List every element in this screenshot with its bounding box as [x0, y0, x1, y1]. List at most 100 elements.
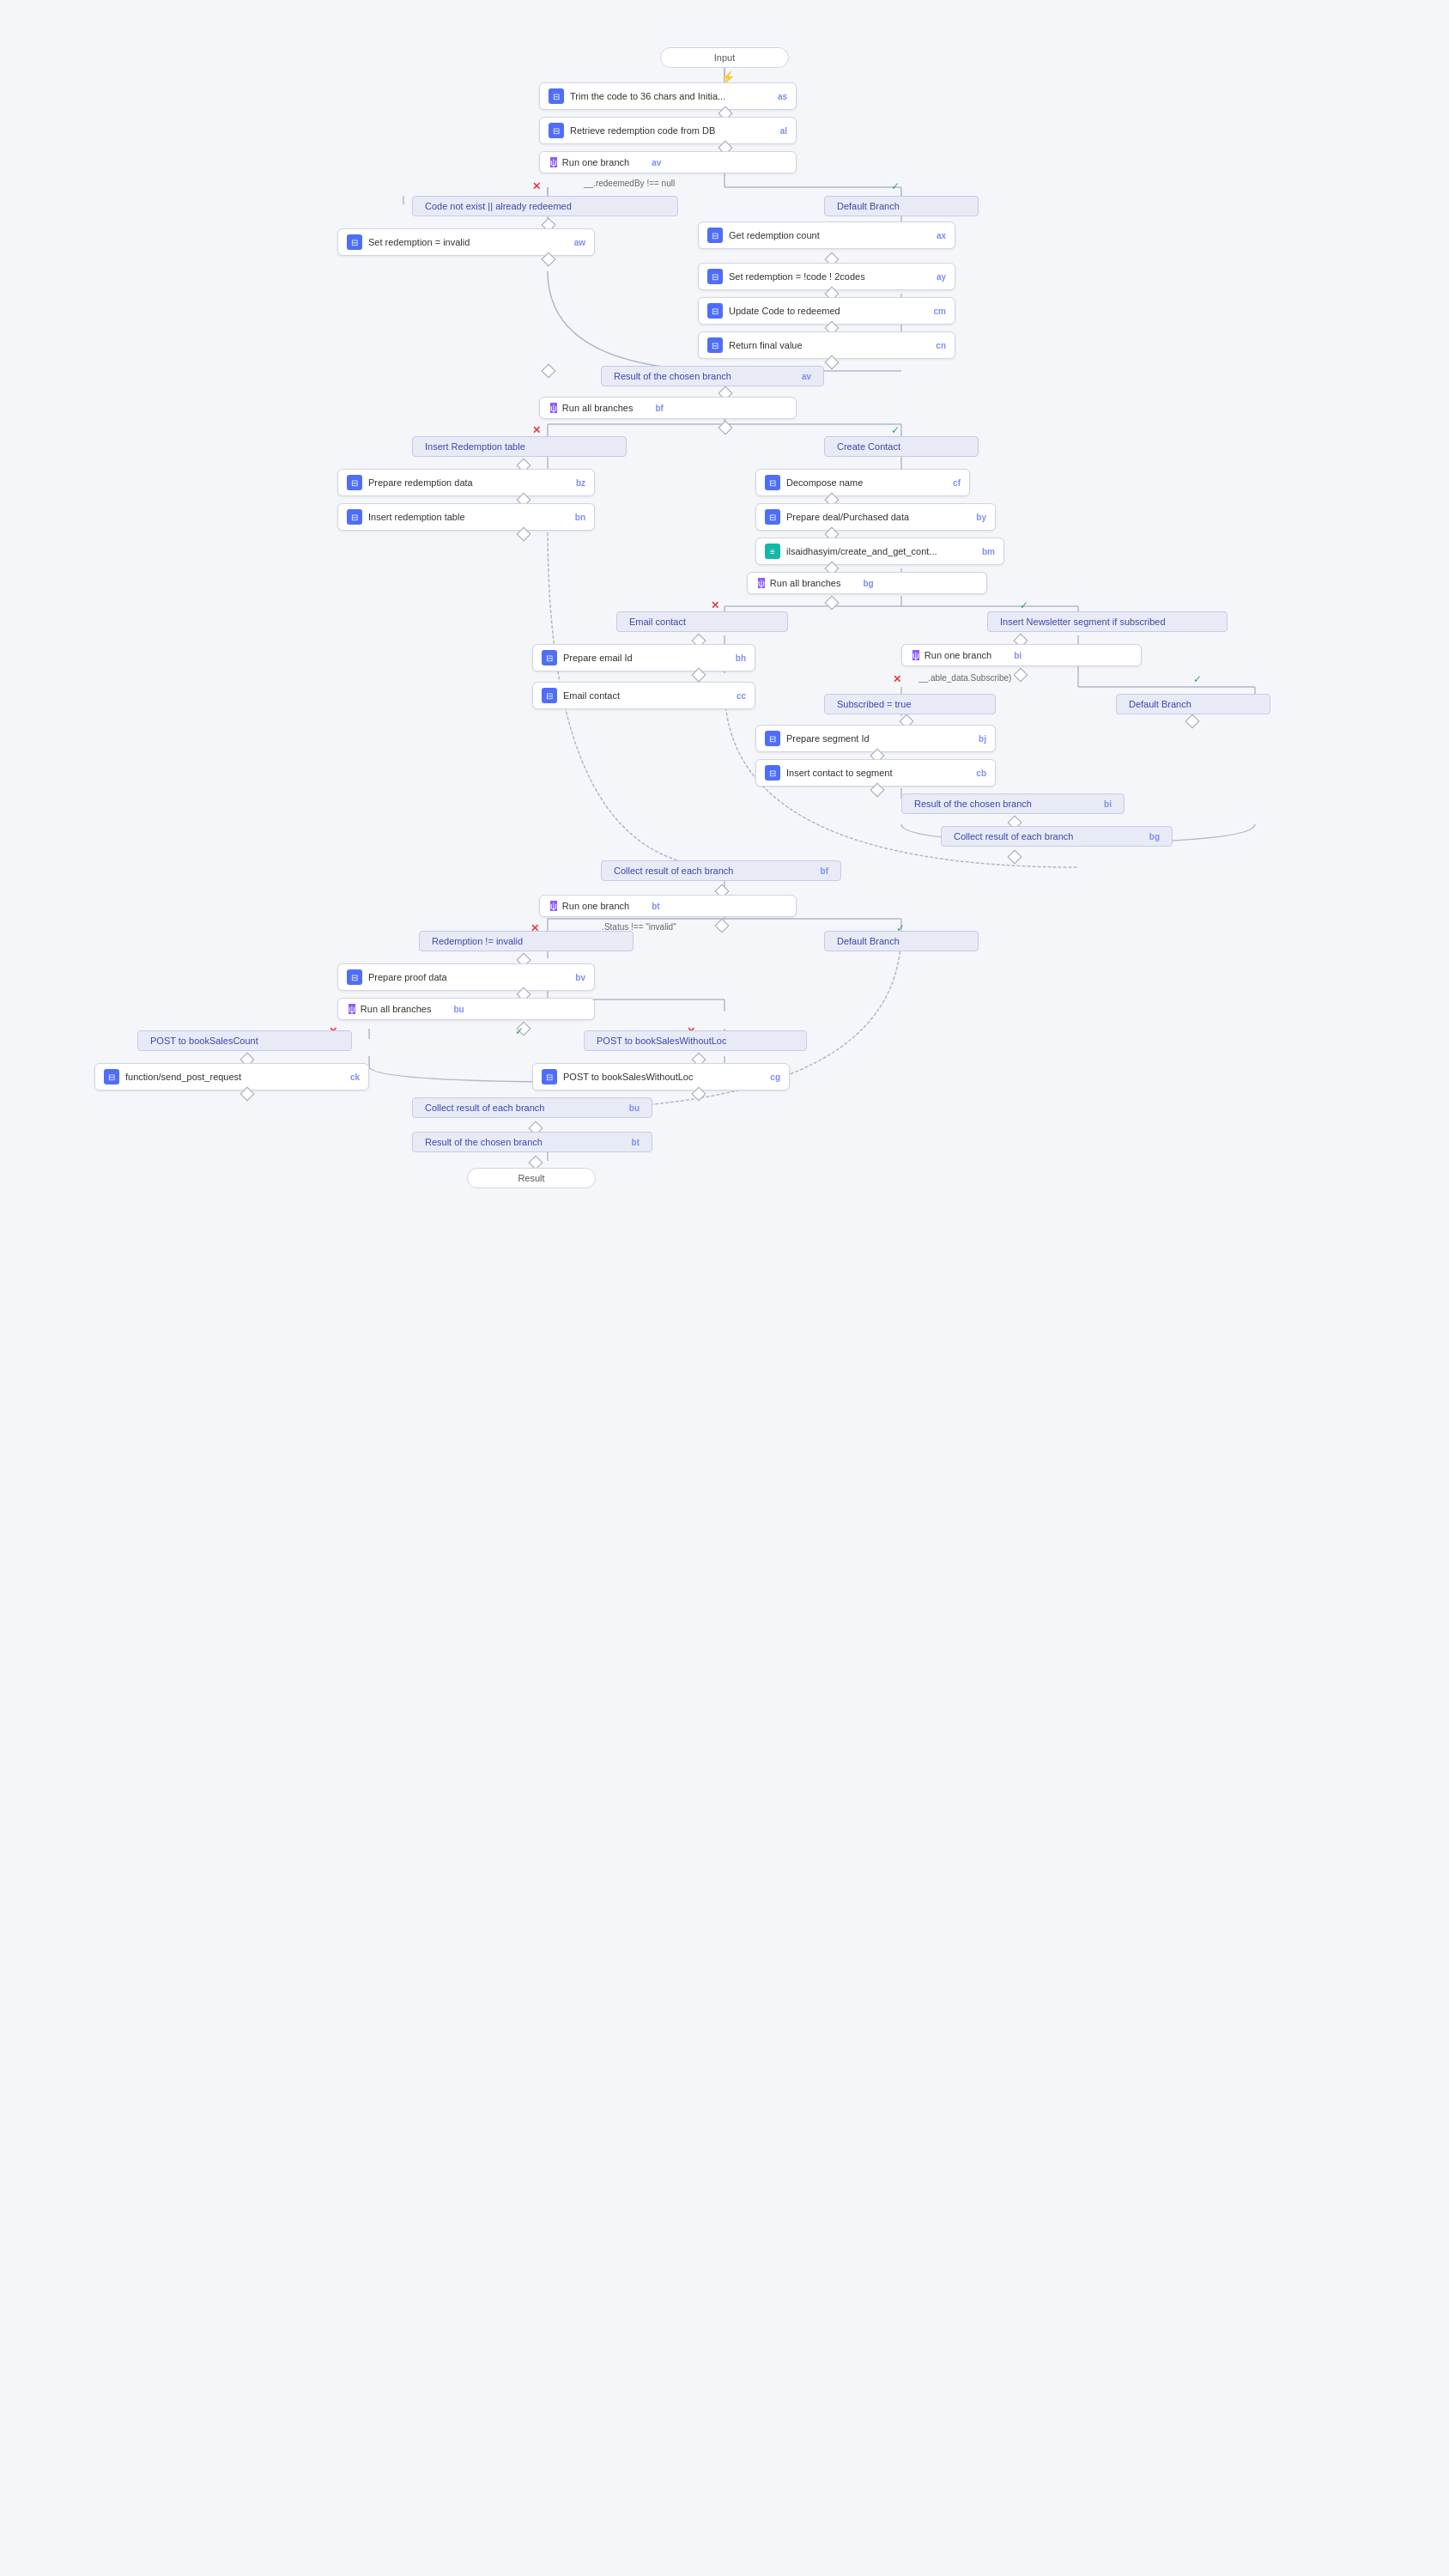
- get-redemption-icon: ⊟: [707, 228, 723, 243]
- trim-icon: ⊟: [549, 88, 564, 104]
- workflow-canvas: Input ⚡ ⊟ Trim the code to 36 chars and …: [0, 0, 1449, 2576]
- input-label: Input: [714, 52, 735, 63]
- email-contact-2-node[interactable]: ⊟ Email contact cc: [532, 682, 755, 709]
- run-one-branch-2-node[interactable]: ψ Run one branch bi: [901, 644, 1142, 666]
- prepare-redemption-node[interactable]: ⊟ Prepare redemption data bz: [337, 469, 595, 496]
- result-chosen-3-label: Result of the chosen branch: [425, 1137, 543, 1147]
- diamond-30: [715, 919, 730, 933]
- decompose-icon: ⊟: [765, 475, 780, 490]
- prepare-proof-node[interactable]: ⊟ Prepare proof data bv: [337, 963, 595, 991]
- function-send-post-node[interactable]: ⊟ function/send_post_request ck: [94, 1063, 369, 1091]
- check-mark-3: ✓: [1020, 599, 1028, 611]
- decompose-badge: cf: [943, 478, 961, 488]
- collect-result-2-badge: bf: [821, 866, 828, 876]
- default-branch-2-node[interactable]: Default Branch: [1116, 694, 1270, 714]
- run-all-1-icon: ψ: [550, 403, 557, 413]
- run-all-3-icon: ψ: [349, 1004, 355, 1014]
- diamond-9: [542, 364, 556, 379]
- default-branch-1-node[interactable]: Default Branch: [824, 196, 979, 216]
- redemption-invalid-node[interactable]: Redemption != invalid: [419, 931, 634, 951]
- return-final-node[interactable]: ⊟ Return final value cn: [698, 331, 955, 359]
- diamond-28: [1008, 850, 1022, 865]
- insert-newsletter-label: Insert Newsletter segment if subscribed: [1000, 617, 1166, 627]
- email-contact-2-icon: ⊟: [542, 688, 557, 703]
- function-send-badge: ck: [340, 1072, 360, 1082]
- prepare-email-id-node[interactable]: ⊟ Prepare email Id bh: [532, 644, 755, 671]
- result-chosen-3-badge: bt: [632, 1138, 640, 1147]
- decompose-name-node[interactable]: ⊟ Decompose name cf: [755, 469, 970, 496]
- post-book-sales-without-loc-header-node[interactable]: POST to bookSalesWithoutLoc: [584, 1030, 807, 1051]
- prepare-deal-icon: ⊟: [765, 509, 780, 525]
- prepare-deal-badge: by: [966, 513, 986, 522]
- prepare-deal-label: Prepare deal/Purchased data: [786, 512, 909, 522]
- check-mark-4: ✓: [1193, 673, 1202, 685]
- trim-label: Trim the code to 36 chars and Initia...: [570, 91, 725, 101]
- set-redemption-2-node[interactable]: ⊟ Set redemption = !code ! 2codes ay: [698, 263, 955, 290]
- prepare-segment-label: Prepare segment Id: [786, 733, 870, 744]
- input-node[interactable]: Input: [660, 47, 789, 68]
- run-all-branches-2-node[interactable]: ψ Run all branches bg: [747, 572, 987, 594]
- get-redemption-count-node[interactable]: ⊟ Get redemption count ax: [698, 222, 955, 249]
- run-all-branches-3-node[interactable]: ψ Run all branches bu: [337, 998, 595, 1020]
- trim-node[interactable]: ⊟ Trim the code to 36 chars and Initia..…: [539, 82, 797, 110]
- insert-newsletter-header-node[interactable]: Insert Newsletter segment if subscribed: [987, 611, 1228, 632]
- run-one-3-badge: bt: [641, 902, 659, 911]
- result-chosen-3-node[interactable]: Result of the chosen branch bt: [412, 1132, 652, 1152]
- result-chosen-1-node[interactable]: Result of the chosen branch av: [601, 366, 824, 386]
- email-contact-header-label: Email contact: [629, 617, 686, 627]
- run-all-branches-1-node[interactable]: ψ Run all branches bf: [539, 397, 797, 419]
- post-book-sales-count-label: POST to bookSalesCount: [150, 1036, 258, 1046]
- collect-result-1-node[interactable]: Collect result of each branch bg: [941, 826, 1173, 847]
- diamond-24: [1185, 714, 1200, 729]
- run-all-1-label: Run all branches: [562, 403, 634, 413]
- prepare-proof-icon: ⊟: [347, 969, 362, 985]
- prepare-segment-badge: bj: [968, 734, 986, 744]
- run-one-2-label: Run one branch: [925, 650, 991, 660]
- subscribed-node[interactable]: Subscribed = true: [824, 694, 996, 714]
- run-one-2-icon: ψ: [912, 650, 919, 660]
- prepare-segment-node[interactable]: ⊟ Prepare segment Id bj: [755, 725, 996, 752]
- set-redemption-2-badge: ay: [926, 272, 946, 282]
- ilsaidhasyim-icon: ≡: [765, 544, 780, 559]
- create-contact-label: Create Contact: [837, 441, 900, 452]
- prepare-deal-node[interactable]: ⊟ Prepare deal/Purchased data by: [755, 503, 996, 531]
- run-one-branch-1-node[interactable]: ψ Run one branch av: [539, 151, 797, 173]
- email-contact-header-node[interactable]: Email contact: [616, 611, 788, 632]
- ilsaidhasyim-node[interactable]: ≡ ilsaidhasyim/create_and_get_cont... bm: [755, 538, 1004, 565]
- update-code-label: Update Code to redeemed: [729, 306, 840, 316]
- code-not-exist-label: Code not exist || already redeemed: [425, 201, 572, 211]
- code-not-exist-node[interactable]: Code not exist || already redeemed: [412, 196, 678, 216]
- retrieve-label: Retrieve redemption code from DB: [570, 125, 715, 136]
- prepare-email-label: Prepare email Id: [563, 653, 633, 663]
- create-contact-header-node[interactable]: Create Contact: [824, 436, 979, 457]
- insert-redemption-2-icon: ⊟: [347, 509, 362, 525]
- default-branch-3-node[interactable]: Default Branch: [824, 931, 979, 951]
- collect-result-3-node[interactable]: Collect result of each branch bu: [412, 1097, 652, 1118]
- retrieve-node[interactable]: ⊟ Retrieve redemption code from DB al: [539, 117, 797, 144]
- result-final-node[interactable]: Result: [467, 1168, 596, 1188]
- run-one-3-label: Run one branch: [562, 901, 629, 911]
- prepare-redemption-label: Prepare redemption data: [368, 477, 473, 488]
- set-redemption-2-icon: ⊟: [707, 269, 723, 284]
- result-chosen-2-node[interactable]: Result of the chosen branch bi: [901, 793, 1125, 814]
- x-mark-2: ✕: [532, 424, 541, 436]
- insert-redemption-header-node[interactable]: Insert Redemption table: [412, 436, 627, 457]
- insert-redemption-2-node[interactable]: ⊟ Insert redemption table bn: [337, 503, 595, 531]
- collect-result-3-label: Collect result of each branch: [425, 1103, 544, 1113]
- result-chosen-2-label: Result of the chosen branch: [914, 799, 1032, 809]
- post-book-sales-count-header-node[interactable]: POST to bookSalesCount: [137, 1030, 352, 1051]
- run-all-2-badge: bg: [852, 579, 873, 588]
- check-mark-6: ✓: [515, 1025, 524, 1037]
- diamond-18: [825, 596, 840, 611]
- redeemedby-label: __.redeemedBy !== null: [584, 179, 675, 188]
- branch1-icon: ψ: [550, 157, 557, 167]
- run-one-branch-3-node[interactable]: ψ Run one branch bt: [539, 895, 797, 917]
- function-send-icon: ⊟: [104, 1069, 119, 1084]
- update-code-icon: ⊟: [707, 303, 723, 319]
- post-book-sales-without-loc-node[interactable]: ⊟ POST to bookSalesWithoutLoc cg: [532, 1063, 790, 1091]
- prepare-email-badge: bh: [725, 653, 746, 663]
- set-redemption-node[interactable]: ⊟ Set redemption = invalid aw: [337, 228, 595, 256]
- insert-contact-segment-node[interactable]: ⊟ Insert contact to segment cb: [755, 759, 996, 787]
- collect-result-2-node[interactable]: Collect result of each branch bf: [601, 860, 841, 881]
- update-code-node[interactable]: ⊟ Update Code to redeemed cm: [698, 297, 955, 325]
